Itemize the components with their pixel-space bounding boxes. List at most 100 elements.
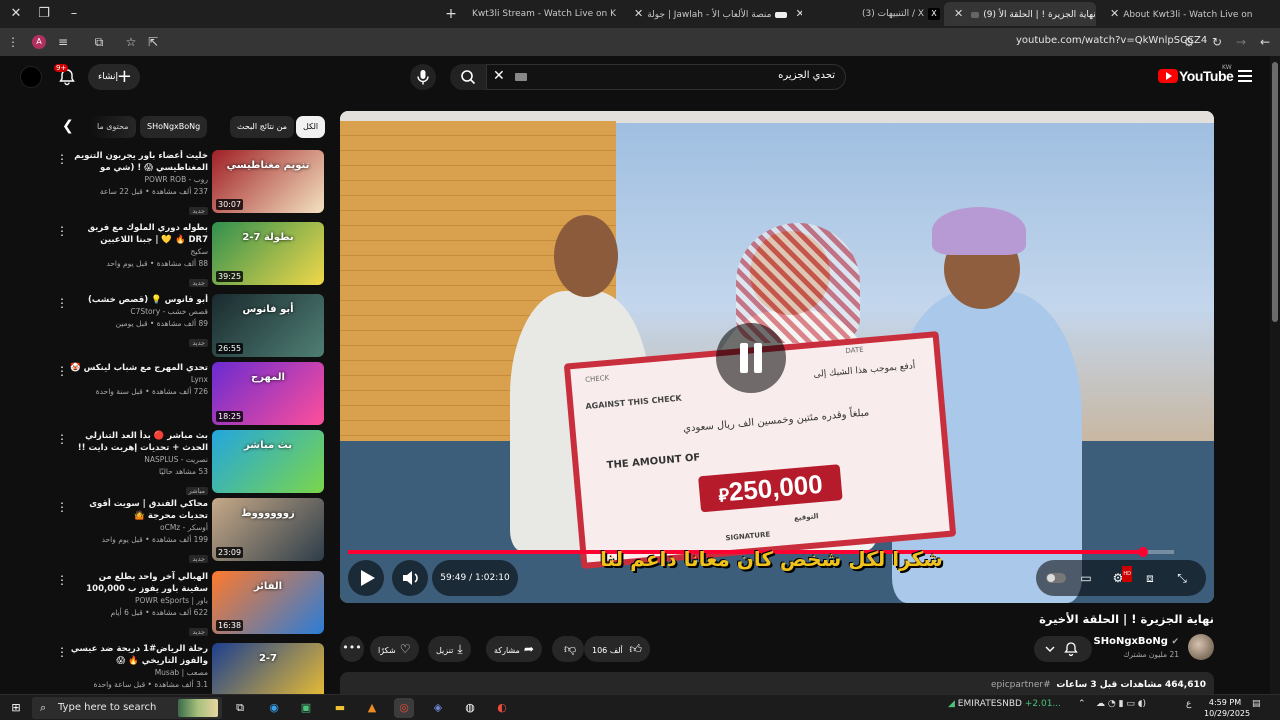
recorder-icon[interactable]: ◐ [492,698,512,718]
edge-browser-icon[interactable]: ◉ [264,698,284,718]
recommendation-title[interactable]: بطوله دوري الملوك مع فريق DR7 🔥 💛 | جبنا… [70,222,208,246]
recommendation-thumbnail[interactable]: تنويم مغناطيسي 30:07 [212,150,324,213]
share-button[interactable]: مشاركة ➦ [486,636,542,662]
account-avatar[interactable] [20,66,42,88]
recommendation-title[interactable]: خليت أعضاء باور يجربون التنويم المغناطيس… [70,150,208,174]
chip-from-search[interactable]: من نتائج البحث [230,116,295,138]
download-button[interactable]: تنزيل ⤓ [428,636,471,662]
close-tab-icon[interactable]: ✕ [954,2,963,26]
close-window-icon[interactable]: ✕ [2,4,30,24]
fullscreen-icon[interactable]: ⤡ [1174,570,1190,586]
recommendation-item[interactable]: ⋮ بث مباشر 🔴 بدأ العد التنازلي الحدث + تح… [50,430,326,496]
play-button[interactable] [348,560,384,596]
new-tab-icon[interactable]: + [444,4,458,24]
tab-jawlah[interactable]: ✕ جولة | Jawlah - منصة الألعاب الأ ✕ [624,2,802,26]
recommendation-title[interactable]: الهبالي آخر واحد يطلع من سفينة باور يفوز… [70,571,208,595]
windows-start-icon[interactable]: ⊞ [6,698,26,718]
recommendation-channel[interactable]: قصص خشب - C7Story [70,306,208,318]
more-actions-icon[interactable]: ••• [340,636,364,662]
menu-kebab-icon[interactable]: ⋮ [4,33,22,51]
taskbar-search-input[interactable]: ⌕ Type here to search [32,697,222,719]
create-button[interactable]: إنشاء + [88,64,140,90]
recommendation-item[interactable]: ⋮ بطوله دوري الملوك مع فريق DR7 🔥 💛 | جبن… [50,222,326,288]
hashtag-link[interactable]: #epicpartner [991,680,1051,690]
thanks-button[interactable]: شكرًا ♡ [370,636,419,662]
playlist-icon[interactable]: ≡ [54,33,72,51]
close-tab-icon[interactable]: ✕ [634,2,643,26]
recommendation-title[interactable]: تحدي المهرج مع شباب لينكس 🤡 [70,362,208,374]
more-options-icon[interactable]: ⋮ [56,224,68,238]
obs-icon[interactable]: ◍ [460,698,480,718]
input-language[interactable]: ع [1186,699,1191,709]
search-input[interactable]: ✕ تحدي الجزيره [486,64,846,90]
dislike-button[interactable]: 👎︎ [552,636,585,662]
app-icon[interactable]: ▲ [362,698,382,718]
extensions-icon[interactable]: ⧉ [90,33,108,51]
scrollbar-thumb[interactable] [1272,62,1278,322]
recommendation-channel[interactable]: سكيج [70,246,208,258]
settings-gear-icon[interactable]: ⚙ HD [1110,566,1132,586]
more-options-icon[interactable]: ⋮ [56,364,68,378]
file-explorer-icon[interactable]: ▬ [330,698,350,718]
recommendation-item[interactable]: ⋮ محاكي الفندق | سويت أقوى تحديات محرجة 🤷… [50,498,326,564]
progress-scrubber-handle[interactable] [1137,547,1148,557]
recommendation-channel[interactable]: باور | POWR eSports [70,595,208,607]
restore-window-icon[interactable]: ❐ [30,4,58,24]
chip-all[interactable]: الكل [296,116,326,138]
keyboard-icon[interactable] [515,73,527,81]
store-icon[interactable]: ▣ [296,698,316,718]
channel-avatar[interactable] [1188,634,1214,660]
recommendation-item[interactable]: ⋮ خليت أعضاء باور يجربون التنويم المغناطي… [50,150,326,216]
recommendation-thumbnail[interactable]: بث مباشر [212,430,324,493]
reload-icon[interactable]: ↻ [1208,33,1226,51]
recommendation-thumbnail[interactable]: زووووووط 23:09 [212,498,324,561]
recommendation-item[interactable]: ⋮ أبو فانوس 💡 (قصص خشب) قصص خشب - C7Story 8… [50,294,326,360]
tab-x-notifications[interactable]: (3) التنبيهات / XX [856,2,940,26]
recommendation-channel[interactable]: روب - POWR ROB [70,174,208,186]
tab-about-kwt3li[interactable]: ✕ About Kwt3li - Watch Live on K [1100,2,1252,26]
notifications-center-icon[interactable]: ▤ [1252,699,1261,709]
tray-icons[interactable]: ☁ ◔ ▮ ▭ ◖) [1096,699,1146,709]
recommendation-thumbnail[interactable]: الفائز 16:38 [212,571,324,634]
stock-widget[interactable]: ◢ EMIRATESNBD +2.01... [948,699,1061,709]
page-scrollbar[interactable] [1270,56,1280,696]
recommendation-title[interactable]: رحلة الرياض#1 دريحة ضد عيسي والفوز التار… [70,643,208,667]
share-page-icon[interactable]: ⇱ [144,33,162,51]
url-field[interactable]: youtube.com/watch?v=QkWnlpSCCZ4 [1016,35,1207,46]
hamburger-menu-icon[interactable] [1238,70,1252,82]
search-button[interactable] [450,64,486,90]
more-options-icon[interactable]: ⋮ [56,645,68,659]
more-options-icon[interactable]: ⋮ [56,432,68,446]
channel-name[interactable]: SHoNgxBoNg ✔ [1094,636,1179,647]
tab-youtube-video[interactable]: ✕ (9) نهاية الجزيرة ! | الحلقة الأ [944,2,1096,26]
site-settings-icon[interactable]: ⚙ [1180,33,1198,51]
more-options-icon[interactable]: ⋮ [56,152,68,166]
discord-icon[interactable]: ◈ [428,698,448,718]
chrome-icon[interactable]: ◎ [394,698,414,718]
close-tab-icon[interactable]: ✕ [1110,2,1119,26]
bookmark-star-icon[interactable]: ☆ [122,33,140,51]
recommendation-channel[interactable]: مصعب | Musab [70,667,208,679]
chip-more-content[interactable]: محتوى ما [90,116,136,138]
recommendation-thumbnail[interactable]: أبو فانوس 26:55 [212,294,324,357]
like-button[interactable]: 106 ألف 👍︎ [584,636,650,662]
more-options-icon[interactable]: ⋮ [56,296,68,310]
recommendation-item[interactable]: ⋮ تحدي المهرج مع شباب لينكس 🤡 Lynx 726 ألف … [50,362,326,428]
more-options-icon[interactable]: ⋮ [56,573,68,587]
recommendation-channel[interactable]: أوسكر - oCMz [70,522,208,534]
recommendation-title[interactable]: محاكي الفندق | سويت أقوى تحديات محرجة 🤷 [70,498,208,522]
tab-kwt3li-stream[interactable]: Kwt3li Stream - Watch Live on K [466,2,618,26]
recommendation-channel[interactable]: نصريت - NASPLUS [70,454,208,466]
chip-channel[interactable]: SHoNgxBoNg [140,116,208,138]
video-player[interactable]: CHECK DATE AGAINST THIS CHECK أدفع بموجب… [340,111,1214,603]
task-view-icon[interactable]: ⧉ [230,698,250,718]
voice-search-button[interactable] [410,64,436,90]
minimize-window-icon[interactable]: – [60,4,88,24]
pause-overlay-icon[interactable] [716,323,786,393]
miniplayer-icon[interactable]: ⧈ [1142,570,1158,586]
notifications-bell-icon[interactable]: 9+ [54,64,76,86]
volume-button[interactable] [392,560,428,596]
recommendation-thumbnail[interactable]: المهرج 18:25 [212,362,324,425]
more-options-icon[interactable]: ⋮ [56,500,68,514]
system-clock[interactable]: 4:59 PM 10/29/2025 [1204,697,1250,719]
